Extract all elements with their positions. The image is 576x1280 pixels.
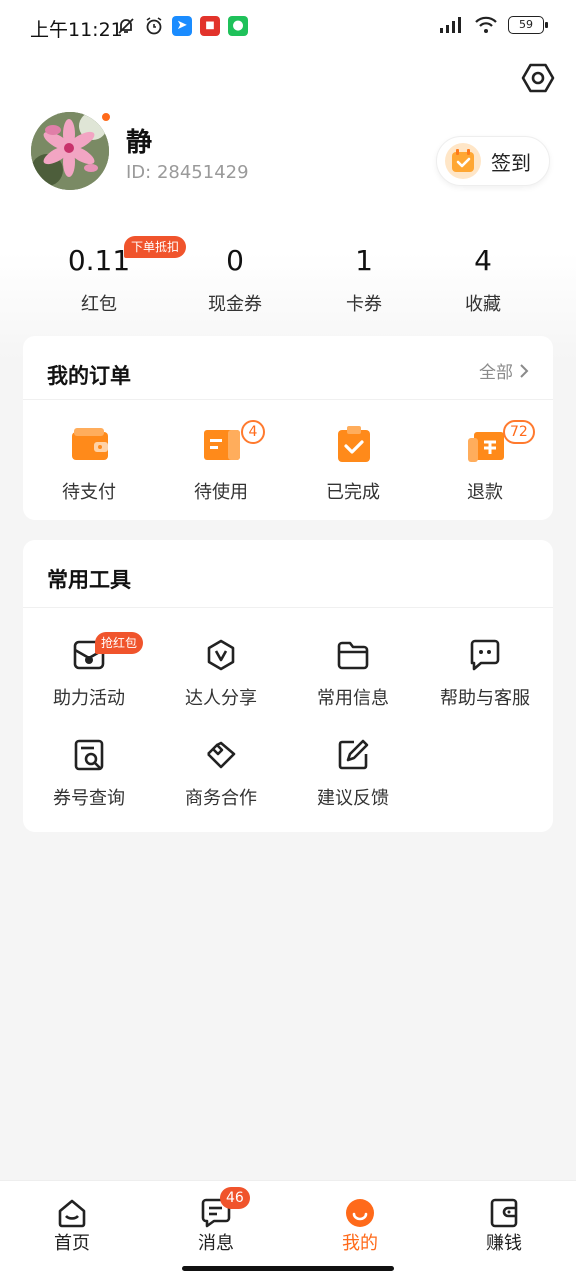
tab-earn[interactable]: 赚钱 xyxy=(432,1197,576,1257)
tool-label: 帮助与客服 xyxy=(440,688,530,709)
clipboard-check-icon xyxy=(338,426,370,462)
red-app-icon: ■ xyxy=(200,16,220,36)
alarm-icon xyxy=(146,17,162,35)
stats-row: 0.11 红包 0 现金券 1 卡券 4 收藏 xyxy=(0,240,576,320)
wallet-icon xyxy=(490,1198,518,1228)
tab-mine[interactable]: 我的 xyxy=(288,1197,432,1257)
stat-badge-discount: 下单抵扣 xyxy=(124,236,187,258)
battery-icon: 59 xyxy=(508,16,548,34)
lily-flower-image xyxy=(31,112,109,190)
bell-off-icon xyxy=(118,18,134,34)
order-pending-payment[interactable]: 待支付 xyxy=(23,400,155,520)
order-label: 退款 xyxy=(467,482,503,503)
status-time: 上午11:21 xyxy=(30,19,123,41)
settings-icon[interactable] xyxy=(518,58,558,98)
folder-icon xyxy=(337,641,369,670)
stat-favorites[interactable]: 4 收藏 xyxy=(418,240,548,316)
blue-app-icon: ➤ xyxy=(172,16,192,36)
signal-icon xyxy=(440,17,461,33)
wifi-icon xyxy=(475,16,497,33)
orders-header: 我的订单 全部 xyxy=(23,336,553,400)
refund-icon xyxy=(468,432,504,462)
stat-label: 红包 xyxy=(81,294,117,315)
status-bar: 上午11:21 ➤ ■ ● 59 xyxy=(0,0,576,56)
orders-all-label: 全部 xyxy=(479,363,513,383)
signin-label: 签到 xyxy=(491,150,531,175)
tool-label: 券号查询 xyxy=(53,788,125,809)
avatar[interactable] xyxy=(31,112,109,190)
wallet-icon xyxy=(72,428,108,460)
order-badge: 4 xyxy=(241,420,265,444)
stat-value: 1 xyxy=(355,244,373,277)
tool-label: 达人分享 xyxy=(185,688,257,709)
orders-grid: 待支付 4 待使用 已完成 72 退款 xyxy=(23,400,553,520)
status-system-icons: 59 xyxy=(438,16,548,34)
smile-icon xyxy=(346,1199,374,1227)
orders-all-link[interactable]: 全部 xyxy=(479,358,529,383)
tool-feedback[interactable]: 建议反馈 xyxy=(287,738,419,828)
tab-label: 我的 xyxy=(342,1233,378,1254)
stat-card-coupon[interactable]: 1 卡券 xyxy=(299,240,429,316)
home-icon xyxy=(58,1199,86,1228)
tab-label: 消息 xyxy=(198,1233,234,1254)
ticket-icon xyxy=(204,430,240,460)
tool-label: 常用信息 xyxy=(317,688,389,709)
signin-button[interactable]: 签到 xyxy=(436,136,550,186)
handshake-icon xyxy=(207,741,236,769)
hexagon-v-icon xyxy=(207,639,235,671)
orders-title: 我的订单 xyxy=(47,364,131,388)
tab-messages[interactable]: 46 消息 xyxy=(144,1187,288,1257)
tool-expert-share[interactable]: 达人分享 xyxy=(155,638,287,728)
tab-label: 首页 xyxy=(54,1233,90,1254)
stat-cash-coupon[interactable]: 0 现金券 xyxy=(170,240,300,316)
stat-label: 收藏 xyxy=(465,294,501,315)
tab-badge: 46 xyxy=(220,1187,250,1209)
order-label: 待使用 xyxy=(194,482,248,503)
tool-help-service[interactable]: 帮助与客服 xyxy=(419,638,551,728)
order-label: 已完成 xyxy=(326,482,380,503)
tools-header: 常用工具 xyxy=(23,540,553,608)
receipt-search-icon xyxy=(74,739,104,771)
tool-badge: 抢红包 xyxy=(95,632,144,654)
order-completed[interactable]: 已完成 xyxy=(287,400,419,520)
notification-dot xyxy=(101,112,111,122)
status-notification-icons: ➤ ■ ● xyxy=(116,16,248,36)
avatar-container[interactable] xyxy=(31,112,111,190)
tool-common-info[interactable]: 常用信息 xyxy=(287,638,419,728)
tab-label: 赚钱 xyxy=(486,1233,522,1254)
bottom-tab-bar: 首页 46 消息 我的 赚钱 xyxy=(0,1180,576,1280)
tool-label: 商务合作 xyxy=(185,788,257,809)
order-badge: 72 xyxy=(503,420,535,444)
chevron-right-icon xyxy=(520,363,529,378)
home-indicator[interactable] xyxy=(182,1266,394,1271)
stat-label: 卡券 xyxy=(346,294,382,315)
stat-label: 现金券 xyxy=(208,294,262,315)
order-refund[interactable]: 72 退款 xyxy=(419,400,551,520)
calendar-check-icon xyxy=(445,143,481,179)
tools-card: 常用工具 抢红包 助力活动 达人分享 常用信息 帮助与客服 券号查询 商务合作 … xyxy=(23,540,553,832)
chat-icon xyxy=(470,639,500,671)
user-id: ID: 28451429 xyxy=(126,162,249,183)
orders-card: 我的订单 全部 待支付 4 待使用 已完成 72 退款 xyxy=(23,336,553,520)
tool-business-cooperation[interactable]: 商务合作 xyxy=(155,738,287,828)
tool-assist-activity[interactable]: 抢红包 助力活动 xyxy=(23,632,155,728)
order-label: 待支付 xyxy=(62,482,116,503)
edit-icon xyxy=(338,739,369,770)
tool-label: 助力活动 xyxy=(53,688,125,709)
order-to-use[interactable]: 4 待使用 xyxy=(155,400,287,520)
stat-value: 0 xyxy=(226,244,244,277)
tab-home[interactable]: 首页 xyxy=(0,1197,144,1257)
tool-label: 建议反馈 xyxy=(317,788,389,809)
user-name: 静 xyxy=(126,128,153,158)
wechat-icon: ● xyxy=(228,16,248,36)
stat-value: 4 xyxy=(474,244,492,277)
tool-coupon-query[interactable]: 券号查询 xyxy=(23,738,155,828)
tools-title: 常用工具 xyxy=(47,568,131,592)
